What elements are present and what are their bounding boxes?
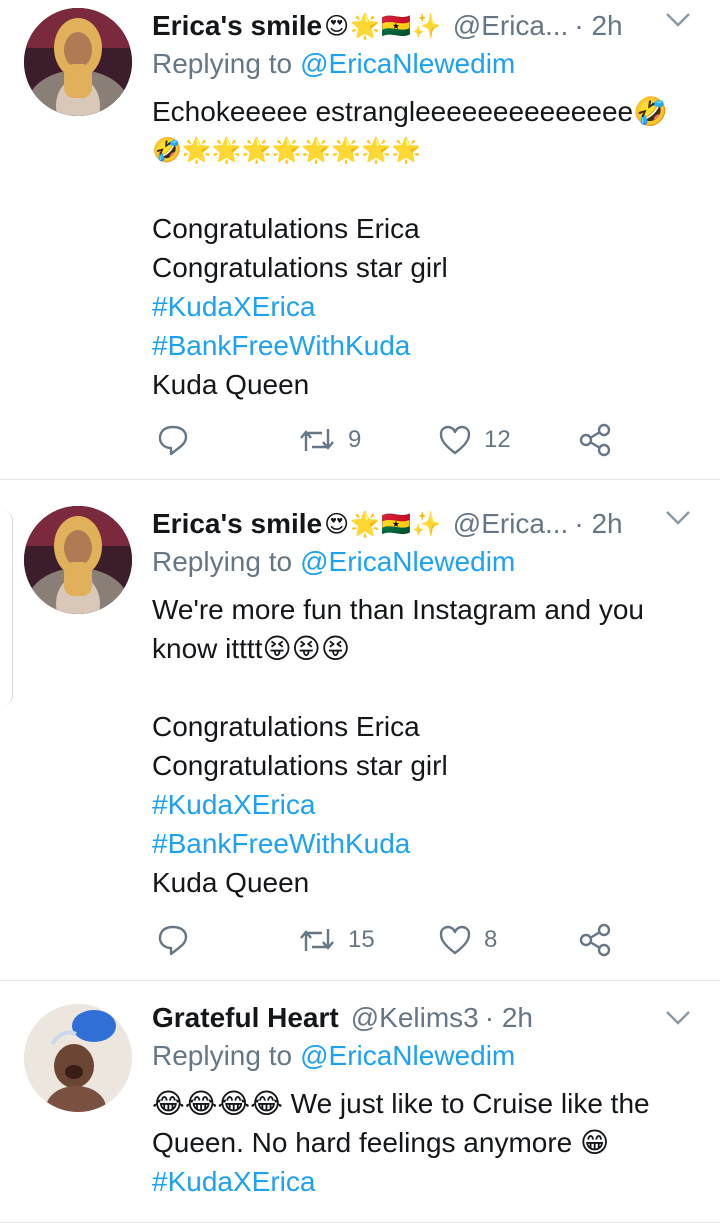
hashtag-link[interactable]: #KudaXErica bbox=[152, 785, 690, 824]
child-splash-icon bbox=[24, 1004, 132, 1112]
text-line: 😂😂😂😂 We just like to Cruise like the bbox=[152, 1088, 650, 1119]
divider bbox=[0, 980, 720, 981]
action-bar: 9 12 bbox=[152, 420, 622, 460]
handle[interactable]: @Kelims3 bbox=[351, 1002, 479, 1034]
text-line: Kuda Queen bbox=[152, 867, 310, 898]
timestamp[interactable]: · 2h bbox=[485, 1002, 533, 1034]
reply-button[interactable] bbox=[156, 424, 190, 456]
replying-to: Replying to @EricaNlewedim bbox=[152, 546, 515, 578]
text-line: Congratulations star girl bbox=[152, 252, 448, 283]
name-emojis: 😍🌟🇬🇭✨ bbox=[324, 12, 443, 40]
replying-to: Replying to @EricaNlewedim bbox=[152, 48, 515, 80]
text-line: know itttt😝😝😝 bbox=[152, 633, 351, 664]
retweet-button[interactable]: 9 bbox=[298, 425, 361, 455]
mention-link[interactable]: @EricaNlewedim bbox=[300, 1040, 515, 1071]
text-line: Congratulations Erica bbox=[152, 213, 420, 244]
tweet-header: Grateful Heart @Kelims3 · 2h bbox=[152, 998, 700, 1038]
text-line: Congratulations star girl bbox=[152, 750, 448, 781]
hashtag-link[interactable]: #BankFreeWithKuda bbox=[152, 824, 690, 863]
text-line: Queen. No hard feelings anymore 😁 bbox=[152, 1127, 610, 1158]
share-button[interactable] bbox=[578, 423, 612, 457]
tweet[interactable]: Erica's smile 😍🌟🇬🇭✨ @Erica... · 2h Reply… bbox=[0, 498, 720, 978]
woman-portrait-icon bbox=[24, 8, 132, 116]
reply-icon bbox=[158, 425, 188, 456]
like-button[interactable]: 12 bbox=[438, 424, 511, 456]
heart-icon bbox=[439, 425, 471, 455]
replying-label: Replying to bbox=[152, 546, 293, 577]
emoji-line: 🤣🌟🌟🌟🌟🌟🌟🌟🌟 bbox=[152, 136, 421, 164]
tweet-header: Erica's smile 😍🌟🇬🇭✨ @Erica... · 2h bbox=[152, 6, 700, 46]
tweet[interactable]: Erica's smile 😍🌟🇬🇭✨ @Erica... · 2h Reply… bbox=[0, 0, 720, 478]
tweet-text: 😂😂😂😂 We just like to Cruise like the Que… bbox=[152, 1084, 690, 1201]
woman-portrait-icon bbox=[24, 506, 132, 614]
like-count: 8 bbox=[484, 926, 498, 953]
avatar[interactable] bbox=[24, 506, 132, 614]
reply-button[interactable] bbox=[156, 924, 190, 956]
heart-icon bbox=[439, 925, 471, 955]
reply-icon bbox=[158, 925, 188, 956]
mention-link[interactable]: @EricaNlewedim bbox=[300, 546, 515, 577]
chevron-down-icon[interactable] bbox=[664, 10, 692, 30]
retweet-button[interactable]: 15 bbox=[298, 925, 375, 955]
divider bbox=[0, 1222, 720, 1223]
chevron-down-icon[interactable] bbox=[664, 508, 692, 528]
handle[interactable]: @Erica... bbox=[453, 10, 569, 42]
display-name[interactable]: Erica's smile bbox=[152, 10, 322, 42]
timestamp[interactable]: · 2h bbox=[574, 508, 622, 540]
share-button[interactable] bbox=[578, 923, 612, 957]
text-line: We're more fun than Instagram and you bbox=[152, 594, 644, 625]
action-bar: 15 8 bbox=[152, 920, 622, 960]
like-count: 12 bbox=[484, 426, 511, 453]
divider bbox=[0, 479, 720, 480]
share-icon bbox=[579, 923, 611, 957]
retweet-icon bbox=[300, 429, 334, 451]
replying-label: Replying to bbox=[152, 1040, 293, 1071]
like-button[interactable]: 8 bbox=[438, 924, 497, 956]
tweet-text: We're more fun than Instagram and you kn… bbox=[152, 590, 690, 902]
replying-to: Replying to @EricaNlewedim bbox=[152, 1040, 515, 1072]
text-line: Kuda Queen bbox=[152, 369, 310, 400]
hashtag-link[interactable]: #KudaXErica bbox=[152, 287, 690, 326]
retweet-count: 15 bbox=[348, 926, 375, 953]
display-name[interactable]: Grateful Heart bbox=[152, 1002, 339, 1034]
chevron-down-icon[interactable] bbox=[664, 1008, 692, 1028]
text-line: Echokeeeee estrangleeeeeeeeeeeeee🤣 bbox=[152, 96, 668, 127]
retweet-count: 9 bbox=[348, 426, 362, 453]
handle[interactable]: @Erica... bbox=[453, 508, 569, 540]
mention-link[interactable]: @EricaNlewedim bbox=[300, 48, 515, 79]
tweet-header: Erica's smile 😍🌟🇬🇭✨ @Erica... · 2h bbox=[152, 504, 700, 544]
avatar[interactable] bbox=[24, 1004, 132, 1112]
text-line: Congratulations Erica bbox=[152, 711, 420, 742]
tweet[interactable]: Grateful Heart @Kelims3 · 2h Replying to… bbox=[0, 992, 720, 1226]
share-icon bbox=[579, 423, 611, 457]
avatar[interactable] bbox=[24, 8, 132, 116]
name-emojis: 😍🌟🇬🇭✨ bbox=[324, 510, 443, 538]
replying-label: Replying to bbox=[152, 48, 293, 79]
tweet-text: Echokeeeee estrangleeeeeeeeeeeeee🤣 🤣🌟🌟🌟🌟… bbox=[152, 92, 690, 404]
hashtag-link[interactable]: #KudaXErica bbox=[152, 1162, 690, 1201]
hashtag-link[interactable]: #BankFreeWithKuda bbox=[152, 326, 690, 365]
display-name[interactable]: Erica's smile bbox=[152, 508, 322, 540]
timestamp[interactable]: · 2h bbox=[574, 10, 622, 42]
retweet-icon bbox=[300, 929, 334, 951]
